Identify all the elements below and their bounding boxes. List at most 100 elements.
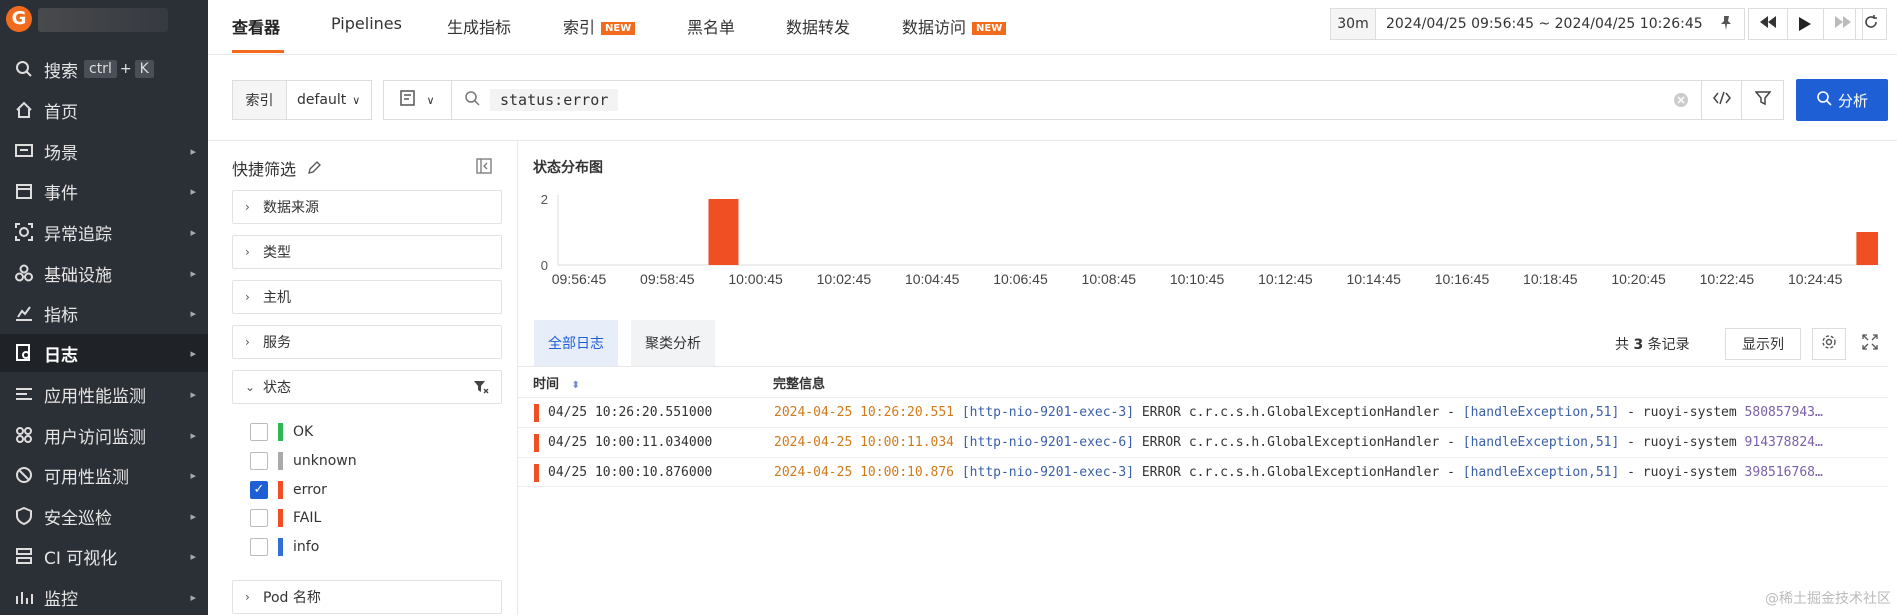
x-tick-label: 10:22:45: [1700, 271, 1755, 287]
status-option-unknown[interactable]: unknown: [250, 450, 357, 472]
table-row[interactable]: 04/25 10:00:10.876000 2024-04-25 10:00:1…: [518, 457, 1888, 487]
app-logo[interactable]: G: [6, 6, 32, 32]
filter-group-host[interactable]: › 主机: [232, 280, 502, 314]
log-text: ERROR c.r.c.s.h.GlobalExceptionHandler -: [1134, 405, 1463, 420]
sidebar-item-rum[interactable]: 用户访问监测 ▸: [0, 416, 208, 454]
tab-generate-metrics[interactable]: 生成指标: [447, 14, 511, 38]
status-option-ok[interactable]: OK: [250, 421, 313, 443]
status-option-error[interactable]: ✓ error: [250, 479, 327, 501]
tab-explorer[interactable]: 查看器: [232, 14, 280, 38]
table-row[interactable]: 04/25 10:00:11.034000 2024-04-25 10:00:1…: [518, 427, 1888, 457]
sort-icon[interactable]: ⬍: [572, 380, 580, 391]
tab-pipelines[interactable]: Pipelines: [331, 14, 402, 33]
tab-index[interactable]: 索引 NEW: [563, 14, 636, 38]
sidebar-item-security[interactable]: 安全巡检 ▸: [0, 497, 208, 535]
sidebar-item-events[interactable]: 事件 ▸: [0, 172, 208, 210]
index-selector[interactable]: 索引 default ∨: [232, 80, 372, 120]
sidebar-item-label: 指标: [44, 305, 78, 326]
checkbox[interactable]: [250, 538, 268, 556]
query-input[interactable]: status:error: [490, 89, 619, 111]
tab-cluster-analysis[interactable]: 聚类分析: [631, 320, 715, 366]
settings-button[interactable]: [1812, 328, 1846, 360]
sidebar-item-monitor[interactable]: 监控 ▸: [0, 578, 208, 616]
log-time: 04/25 10:26:20.551000: [548, 405, 713, 420]
edit-icon[interactable]: [307, 160, 322, 179]
filter-group-pod-name[interactable]: › Pod 名称: [232, 580, 502, 614]
fullscreen-icon[interactable]: [1862, 334, 1878, 354]
sidebar-item-availability[interactable]: 可用性监测 ▸: [0, 456, 208, 494]
filter-group-status[interactable]: ⌄ 状态: [232, 370, 502, 404]
sidebar-item-logs[interactable]: 日志 ▸: [0, 334, 208, 372]
x-tick-label: 10:24:45: [1788, 271, 1843, 287]
tab-blacklist[interactable]: 黑名单: [687, 14, 735, 38]
tab-data-forwarding[interactable]: 数据转发: [786, 14, 850, 38]
chevron-right-icon: ▸: [190, 346, 196, 360]
clear-icon[interactable]: [1673, 92, 1689, 112]
checkbox-checked[interactable]: ✓: [250, 481, 268, 499]
filter-group-label: 数据来源: [263, 200, 319, 216]
shortcut-key: K: [134, 60, 154, 78]
display-columns-button[interactable]: 显示列: [1725, 328, 1801, 360]
log-time: 04/25 10:00:11.034000: [548, 435, 713, 450]
sidebar-item-search[interactable]: 搜索 ctrl + K: [0, 50, 208, 88]
checkbox[interactable]: [250, 452, 268, 470]
filter-group-type[interactable]: › 类型: [232, 235, 502, 269]
active-tab-indicator: [232, 50, 284, 53]
time-quick-select[interactable]: 30m: [1330, 8, 1376, 40]
filter-group-service[interactable]: › 服务: [232, 325, 502, 359]
sidebar-item-label: 异常追踪: [44, 224, 112, 245]
time-range-picker[interactable]: 2024/04/25 09:56:45 ~ 2024/04/25 10:26:4…: [1375, 8, 1745, 40]
checkbox[interactable]: [250, 509, 268, 527]
time-range-text: 2024/04/25 09:56:45 ~ 2024/04/25 10:26:4…: [1386, 16, 1703, 32]
code-icon: [1712, 91, 1731, 109]
analyze-button[interactable]: 分析: [1796, 79, 1888, 121]
refresh-button[interactable]: [1855, 8, 1887, 40]
filter-group-data-source[interactable]: › 数据来源: [232, 190, 502, 224]
sidebar-item-label: 场景: [44, 143, 78, 164]
sidebar-item-home[interactable]: 首页: [0, 91, 208, 129]
log-thread: [http-nio-9201-exec-3]: [961, 464, 1135, 480]
rewind-icon[interactable]: [1749, 16, 1787, 32]
divider: [518, 366, 1888, 367]
status-option-fail[interactable]: FAIL: [250, 507, 321, 529]
collapse-panel-icon[interactable]: [476, 158, 492, 178]
column-header-message[interactable]: 完整信息: [773, 373, 825, 392]
sidebar-item-scenes[interactable]: 场景 ▸: [0, 132, 208, 170]
home-icon: [14, 100, 34, 120]
tab-all-logs[interactable]: 全部日志: [534, 320, 618, 366]
gear-icon: [1821, 334, 1837, 354]
pin-icon[interactable]: [1718, 15, 1734, 35]
sidebar-item-apm[interactable]: 应用性能监测 ▸: [0, 375, 208, 413]
query-mode-selector[interactable]: ∨: [384, 81, 452, 119]
chevron-right-icon: ▸: [190, 225, 196, 239]
log-text: ERROR c.r.c.s.h.GlobalExceptionHandler -: [1134, 464, 1463, 480]
checkbox[interactable]: [250, 423, 268, 441]
rum-icon: [14, 425, 34, 445]
sidebar-item-infrastructure[interactable]: 基础设施 ▸: [0, 254, 208, 292]
chevron-right-icon: ▸: [190, 509, 196, 523]
workspace-name-blurred[interactable]: [38, 8, 168, 32]
analyze-icon: [1816, 90, 1832, 110]
log-timestamp: 2024-04-25 10:00:10.876: [774, 464, 955, 480]
column-header-time[interactable]: 时间 ⬍: [533, 373, 580, 392]
sidebar-item-error-tracking[interactable]: 异常追踪 ▸: [0, 213, 208, 251]
sidebar-item-metrics[interactable]: 指标 ▸: [0, 294, 208, 332]
code-view-button[interactable]: [1701, 81, 1741, 119]
x-tick-label: 10:08:45: [1082, 271, 1137, 287]
filter-clear-button[interactable]: [1741, 81, 1783, 119]
x-tick-label: 10:02:45: [817, 271, 872, 287]
analyze-label: 分析: [1837, 91, 1868, 110]
tab-data-access[interactable]: 数据访问 NEW: [902, 14, 1007, 38]
table-row[interactable]: 04/25 10:26:20.551000 2024-04-25 10:26:2…: [518, 397, 1888, 427]
clear-filter-icon[interactable]: [473, 379, 489, 399]
x-tick-label: 10:20:45: [1611, 271, 1666, 287]
chevron-down-icon: ∨: [352, 93, 361, 107]
chevron-right-icon: ›: [245, 245, 250, 259]
status-option-info[interactable]: info: [250, 536, 319, 558]
play-icon[interactable]: [1786, 9, 1825, 39]
sidebar-item-ci[interactable]: CI 可视化 ▸: [0, 537, 208, 575]
new-badge: NEW: [601, 22, 636, 35]
quick-filter-title: 快捷筛选: [232, 156, 322, 180]
monitor-icon: [14, 587, 34, 607]
watermark: @稀土掘金技术社区: [1765, 591, 1891, 607]
